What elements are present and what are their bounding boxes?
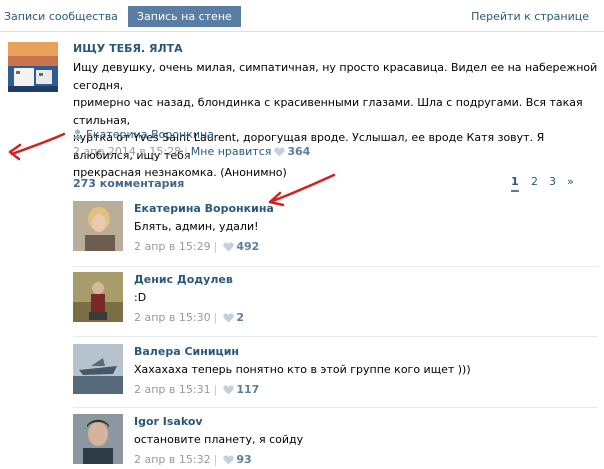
reply-meta: 2 апр в 15:30 | 2 [134,311,244,326]
like-count: 364 [287,145,311,158]
post-date[interactable]: 2 апр 2014 в 15:28 [73,145,181,158]
tab-bar: Записи сообщества Запись на стене Перейт… [0,0,604,32]
divider [73,266,598,267]
heart-icon[interactable] [223,242,235,255]
like-count: 2 [236,311,244,324]
red-arrow-annotation [8,132,66,161]
post-title[interactable]: ИЩУ ТЕБЯ. ЯЛТА [73,42,183,55]
tab-wall-post[interactable]: Запись на стене [128,6,241,27]
reply-date[interactable]: 2 апр в 15:32 [134,453,211,466]
heart-icon[interactable] [223,455,235,468]
signer-name[interactable]: Екатерина Воронкина [86,128,214,141]
meta-separator: | [213,240,218,253]
heart-icon[interactable] [223,385,235,398]
reply-item: Валера Синицин Хахахаха теперь понятно к… [73,344,598,400]
like-count: 117 [236,383,260,396]
meta-separator: | [213,311,218,324]
meta-separator: | [184,145,188,158]
meta-separator: | [213,383,218,396]
reply-text: остановите планету, я сойду [134,433,304,446]
reply-author[interactable]: Igor Isakov [134,415,203,428]
post-meta: 2 апр 2014 в 15:28 | Мне нравится 364 [73,145,310,160]
meta-separator: | [213,453,218,466]
reply-meta: 2 апр в 15:29 | 492 [134,240,259,255]
heart-icon[interactable] [274,147,286,160]
page-next-link[interactable]: » [567,174,574,192]
reply-meta: 2 апр в 15:32 | 93 [134,453,252,468]
divider [73,407,598,408]
avatar[interactable] [73,272,123,322]
go-to-page-link[interactable]: Перейти к странице [462,6,598,27]
community-avatar[interactable] [8,42,58,92]
red-arrow-annotation [268,173,336,207]
reply-item: Денис Додулев :D 2 апр в 15:30 | 2 [73,272,598,328]
reply-author[interactable]: Денис Додулев [134,273,233,286]
avatar[interactable] [73,414,123,464]
tab-community-posts[interactable]: Записи сообщества [0,6,127,27]
page-link[interactable]: 2 [531,174,538,192]
reply-meta: 2 апр в 15:31 | 117 [134,383,259,398]
heart-icon[interactable] [223,313,235,326]
reply-author[interactable]: Валера Синицин [134,345,239,358]
reply-text: :D [134,291,147,304]
like-button[interactable]: Мне нравится [191,145,272,158]
post-text: Ищу девушку, очень милая, симпатичная, н… [73,61,598,179]
reply-date[interactable]: 2 апр в 15:30 [134,311,211,324]
like-count: 93 [236,453,252,466]
reply-date[interactable]: 2 апр в 15:29 [134,240,211,253]
reply-text: Хахахаха теперь понятно кто в этой групп… [134,363,471,376]
user-icon [73,129,82,142]
comments-count: 273 комментария [73,177,185,190]
post-signer[interactable]: Екатерина Воронкина [73,128,214,142]
avatar[interactable] [73,201,123,251]
reply-author[interactable]: Екатерина Воронкина [134,202,274,215]
reply-item: Igor Isakov остановите планету, я сойду … [73,414,598,469]
reply-date[interactable]: 2 апр в 15:31 [134,383,211,396]
divider [73,336,598,337]
page-link[interactable]: 3 [549,174,556,192]
avatar[interactable] [73,344,123,394]
like-count: 492 [236,240,260,253]
page-link-current[interactable]: 1 [511,174,519,192]
reply-text: Блять, админ, удали! [134,220,259,233]
